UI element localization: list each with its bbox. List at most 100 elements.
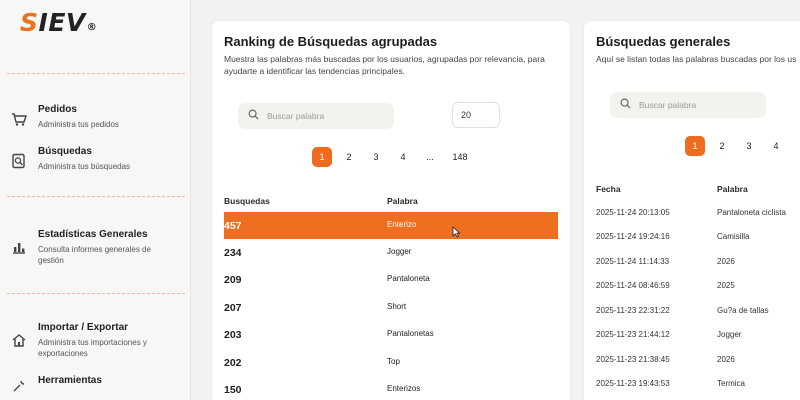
table-row[interactable]: 2025-11-23 21:44:12 Jogger — [596, 324, 800, 348]
logo-letters: IEV — [38, 8, 86, 37]
sidebar-item-subtitle: Administra tus pedidos — [38, 120, 119, 129]
column-header-palabra[interactable]: Palabra — [717, 184, 748, 194]
row-word: Enterizos — [387, 384, 421, 393]
logo-registered: ® — [86, 22, 98, 33]
page-button-2[interactable]: 2 — [712, 136, 732, 156]
row-count: 203 — [224, 329, 242, 341]
sidebar-item-subtitle: Administra tus importaciones y exportaci… — [38, 338, 147, 358]
row-count: 234 — [224, 247, 242, 259]
row-count: 207 — [224, 302, 242, 314]
row-word: Enterizo — [387, 220, 417, 229]
sidebar-item-title: Pedidos — [38, 104, 77, 115]
column-header-fecha[interactable]: Fecha — [596, 184, 621, 194]
table-row[interactable]: 150 Enterizos — [224, 376, 558, 400]
sidebar-item-title: Búsquedas — [38, 146, 92, 157]
ranking-search-input[interactable] — [267, 111, 377, 121]
column-header-busquedas[interactable]: Busquedas — [224, 196, 270, 206]
general-searches-card: Búsquedas generales Aquí se listan todas… — [583, 20, 800, 400]
sidebar-item-title: Estadísticas Generales — [38, 229, 148, 240]
page-button-1[interactable]: 1 — [312, 147, 332, 167]
row-word: Termica — [717, 379, 746, 388]
sidebar-item-title: Herramientas — [38, 375, 102, 386]
row-count: 202 — [224, 357, 242, 369]
column-header-palabra[interactable]: Palabra — [387, 196, 418, 206]
page-ellipsis: ... — [426, 152, 434, 162]
table-row[interactable]: 2025-11-24 19:24:16 Camisilla — [596, 226, 800, 250]
ranking-title: Ranking de Búsquedas agrupadas — [224, 34, 438, 49]
table-row[interactable]: 2025-11-24 20:13:05 Pantaloneta ciclista — [596, 202, 800, 226]
sidebar-item-title: Importar / Exportar — [38, 322, 129, 333]
logo-letter-s: S — [20, 8, 39, 37]
sidebar-divider — [7, 196, 185, 197]
table-row[interactable]: 234 Jogger — [224, 239, 558, 266]
sidebar-item-busquedas[interactable]: Búsquedas Administra tus búsquedas — [10, 146, 186, 172]
cart-icon — [10, 110, 28, 128]
row-date: 2025-11-23 21:44:12 — [596, 330, 670, 339]
search-icon — [248, 107, 259, 125]
sidebar-item-herramientas[interactable]: Herramientas — [10, 375, 186, 395]
general-title: Búsquedas generales — [596, 34, 731, 49]
general-pagination: 1 2 3 4 — [685, 136, 793, 156]
row-word: Camisilla — [717, 232, 750, 241]
page-button-4[interactable]: 4 — [766, 136, 786, 156]
table-row[interactable]: 2025-11-24 11:14:33 2026 — [596, 251, 800, 275]
table-row[interactable]: 457 Enterizo — [224, 212, 558, 239]
sidebar-divider — [7, 73, 185, 74]
general-search-input[interactable] — [639, 100, 749, 110]
siev-logo[interactable]: SIEV® — [20, 8, 97, 37]
general-search-field[interactable] — [610, 92, 766, 118]
ranking-description: Muestra las palabras más buscadas por lo… — [224, 54, 545, 76]
row-word: Pantaloneta ciclista — [717, 208, 786, 217]
table-row[interactable]: 209 Pantaloneta — [224, 266, 558, 293]
row-count: 457 — [224, 220, 242, 232]
sidebar: SIEV® Pedidos Administra tus pedidos Bús… — [0, 0, 191, 400]
row-word: Gu?a de tallas — [717, 306, 769, 315]
page-button-1[interactable]: 1 — [685, 136, 705, 156]
row-word: Pantaloneta — [387, 274, 430, 283]
row-word: 2026 — [717, 355, 735, 364]
row-date: 2025-11-24 20:13:05 — [596, 208, 670, 217]
row-word: 2026 — [717, 257, 735, 266]
row-count: 209 — [224, 274, 242, 286]
row-word: Jogger — [717, 330, 742, 339]
page-size-input[interactable] — [452, 102, 500, 128]
home-import-icon — [10, 331, 28, 349]
sidebar-item-subtitle: Consulta informes generales de gestión — [38, 245, 151, 265]
sidebar-item-subtitle: Administra tus búsquedas — [38, 162, 131, 171]
row-word: Short — [387, 302, 407, 311]
page-button-2[interactable]: 2 — [339, 147, 359, 167]
row-date: 2025-11-23 19:43:53 — [596, 379, 670, 388]
table-row[interactable]: 207 Short — [224, 294, 558, 321]
mouse-pointer-icon — [452, 226, 460, 238]
table-row[interactable]: 2025-11-24 08:46:59 2025 — [596, 275, 800, 299]
row-date: 2025-11-24 11:14:33 — [596, 257, 670, 266]
row-word: Jogger — [387, 247, 412, 256]
table-row[interactable]: 2025-11-23 19:43:53 Termica — [596, 373, 800, 397]
table-row[interactable]: 2025-11-23 22:31:22 Gu?a de tallas — [596, 300, 800, 324]
sidebar-divider — [7, 293, 185, 294]
page-button-3[interactable]: 3 — [366, 147, 386, 167]
ranking-card: Ranking de Búsquedas agrupadas Muestra l… — [211, 20, 571, 400]
row-date: 2025-11-23 21:38:45 — [596, 355, 670, 364]
table-row[interactable]: 203 Pantalonetas — [224, 321, 558, 348]
sidebar-item-importar-exportar[interactable]: Importar / Exportar Administra tus impor… — [10, 322, 186, 359]
row-date: 2025-11-23 22:31:22 — [596, 306, 670, 315]
page-button-4[interactable]: 4 — [393, 147, 413, 167]
ranking-search-field[interactable] — [238, 103, 394, 129]
row-word: Pantalonetas — [387, 329, 434, 338]
row-date: 2025-11-24 08:46:59 — [596, 281, 670, 290]
sidebar-item-estadisticas[interactable]: Estadísticas Generales Consulta informes… — [10, 229, 186, 266]
general-description: Aquí se listan todas las palabras buscad… — [596, 54, 797, 64]
page-button-3[interactable]: 3 — [739, 136, 759, 156]
row-word: Top — [387, 357, 400, 366]
row-count: 150 — [224, 384, 242, 396]
sidebar-item-pedidos[interactable]: Pedidos Administra tus pedidos — [10, 104, 186, 130]
search-document-icon — [10, 152, 28, 170]
row-word: 2025 — [717, 281, 735, 290]
ranking-pagination: 1 2 3 4 ... 148 — [312, 147, 480, 167]
search-icon — [620, 96, 631, 114]
table-row[interactable]: 2025-11-23 21:38:45 2026 — [596, 349, 800, 373]
page-button-last[interactable]: 148 — [447, 147, 473, 167]
row-date: 2025-11-24 19:24:16 — [596, 232, 670, 241]
table-row[interactable]: 202 Top — [224, 349, 558, 376]
